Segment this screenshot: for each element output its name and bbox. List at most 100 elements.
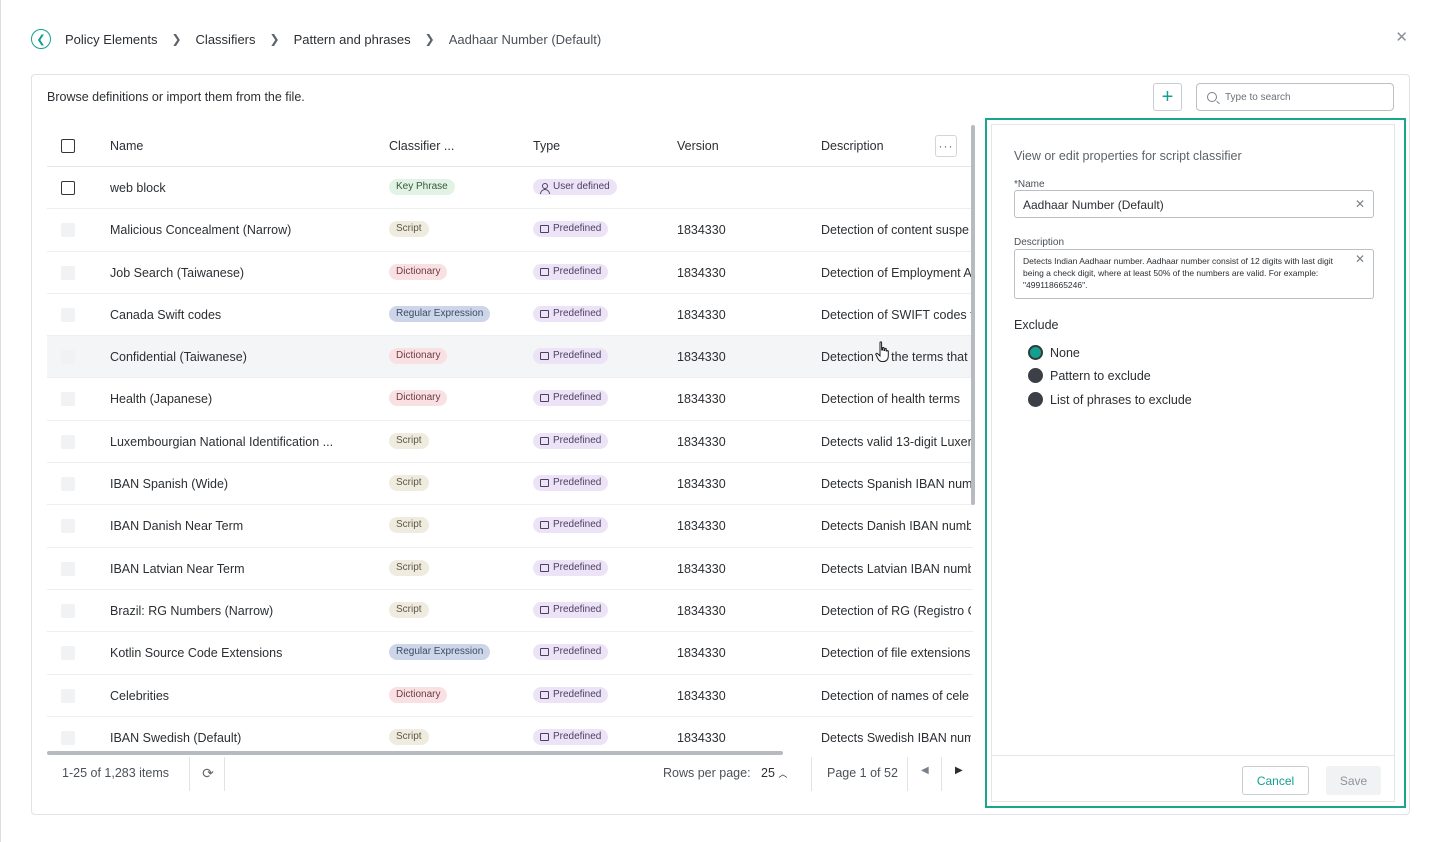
table-row[interactable]: IBAN Latvian Near Term Script Predefined 18… [47, 548, 973, 590]
table-body: web block Key Phrase User defined Malicious… [47, 167, 973, 757]
radio-list-of-phrases[interactable]: List of phrases to exclude [1028, 392, 1192, 407]
column-header-classifier[interactable]: Classifier ... [389, 139, 454, 153]
column-header-description[interactable]: Description [821, 139, 884, 153]
table-row[interactable]: web block Key Phrase User defined [47, 167, 973, 210]
row-version: 1834330 [677, 519, 726, 534]
predefined-icon [540, 690, 549, 699]
prev-page-icon[interactable]: ◀ [921, 765, 929, 776]
row-checkbox[interactable] [61, 434, 75, 449]
radio-unselected-icon [1028, 368, 1043, 383]
row-checkbox[interactable] [61, 307, 75, 322]
select-all-checkbox[interactable] [61, 139, 75, 153]
classifier-badge: Script [389, 221, 429, 238]
refresh-icon[interactable]: ⟳ [200, 765, 216, 781]
save-button[interactable]: Save [1326, 766, 1381, 795]
table-row[interactable]: Luxembourgian National Identification ..… [47, 421, 973, 464]
row-name[interactable]: Job Search (Taiwanese) [110, 266, 350, 280]
row-checkbox[interactable] [61, 181, 75, 195]
description-field[interactable]: Detects Indian Aadhaar number. Aadhaar n… [1014, 249, 1374, 299]
column-header-version[interactable]: Version [677, 139, 719, 153]
next-page-icon[interactable]: ▶ [955, 765, 963, 776]
rows-per-page-select[interactable]: 25 ︿ [761, 766, 787, 780]
table-row[interactable]: Brazil: RG Numbers (Narrow) Script Predefi… [47, 590, 973, 633]
table-row[interactable]: Health (Japanese) Dictionary Predefined 183… [47, 378, 973, 421]
type-badge: Predefined [533, 728, 609, 745]
row-name[interactable]: IBAN Swedish (Default) [110, 731, 350, 745]
type-badge: Predefined [533, 475, 609, 492]
row-checkbox[interactable] [61, 688, 75, 703]
row-name[interactable]: Canada Swift codes [110, 308, 350, 322]
search-input[interactable] [1225, 91, 1385, 103]
table-row[interactable]: IBAN Spanish (Wide) Script Predefined 18343… [47, 463, 973, 506]
table-header: Name Classifier ... Type Version Descrip… [47, 125, 973, 167]
row-checkbox[interactable] [61, 603, 75, 618]
row-version: 1834330 [677, 477, 726, 492]
back-icon[interactable]: ❮ [31, 29, 51, 49]
table-row[interactable]: Celebrities Dictionary Predefined 1834330 De… [47, 675, 973, 717]
table-row[interactable]: Kotlin Source Code Extensions Regular Exp… [47, 632, 973, 675]
breadcrumb-item-pattern-and-phrases[interactable]: Pattern and phrases [294, 32, 411, 47]
table-row[interactable]: Confidential (Taiwanese) Dictionary Predef… [47, 336, 973, 379]
radio-selected-icon [1028, 345, 1043, 360]
row-checkbox[interactable] [61, 646, 75, 661]
row-checkbox[interactable] [61, 561, 75, 576]
type-badge: User defined [533, 179, 617, 195]
clear-icon[interactable]: ✕ [1355, 253, 1365, 265]
row-version: 1834330 [677, 223, 726, 238]
classifier-badge: Script [389, 475, 429, 492]
row-name[interactable]: Luxembourgian National Identification ..… [110, 435, 350, 449]
radio-none[interactable]: None [1028, 345, 1080, 360]
row-name[interactable]: Brazil: RG Numbers (Narrow) [110, 604, 350, 618]
card-header-text: Browse definitions or import them from t… [47, 90, 305, 104]
row-name[interactable]: Health (Japanese) [110, 392, 350, 406]
row-checkbox[interactable] [61, 730, 75, 745]
clear-icon[interactable]: ✕ [1355, 197, 1365, 211]
row-checkbox[interactable] [61, 392, 75, 407]
name-field[interactable]: Aadhaar Number (Default) ✕ [1014, 190, 1374, 218]
row-name[interactable]: IBAN Latvian Near Term [110, 562, 350, 576]
predefined-icon [540, 352, 549, 361]
radio-pattern-to-exclude[interactable]: Pattern to exclude [1028, 368, 1151, 383]
table-row[interactable]: IBAN Danish Near Term Script Predefined 183… [47, 505, 973, 548]
row-checkbox[interactable] [61, 350, 75, 365]
column-header-type[interactable]: Type [533, 139, 560, 153]
row-checkbox[interactable] [61, 477, 75, 492]
row-version: 1834330 [677, 307, 726, 322]
classifier-badge: Script [389, 728, 429, 745]
row-name[interactable]: Celebrities [110, 689, 350, 703]
vertical-scrollbar[interactable] [971, 125, 975, 505]
page-info: Page 1 of 52 [827, 766, 898, 780]
close-icon[interactable]: ✕ [1395, 28, 1408, 46]
row-name[interactable]: Confidential (Taiwanese) [110, 350, 350, 364]
rows-per-page-value: 25 [761, 766, 775, 780]
row-description: Detection of file extensions [821, 646, 971, 661]
predefined-icon [540, 563, 549, 572]
cancel-button[interactable]: Cancel [1242, 766, 1309, 795]
horizontal-scrollbar[interactable] [47, 751, 783, 755]
row-name[interactable]: web block [110, 181, 350, 195]
table-row[interactable]: Canada Swift codes Regular Expression Pred… [47, 294, 973, 337]
search-box[interactable] [1196, 83, 1394, 111]
table-footer: 1-25 of 1,283 items ⟳ Rows per page: 25 … [47, 757, 973, 791]
predefined-icon [540, 309, 549, 318]
table-row[interactable]: Malicious Concealment (Narrow) Script Pred… [47, 209, 973, 252]
column-header-name[interactable]: Name [110, 139, 143, 153]
column-menu-icon[interactable]: ··· [935, 135, 957, 157]
row-checkbox[interactable] [61, 223, 75, 238]
row-version: 1834330 [677, 350, 726, 365]
row-version: 1834330 [677, 646, 726, 661]
breadcrumb-item-classifiers[interactable]: Classifiers [196, 32, 256, 47]
type-label: Predefined [553, 434, 602, 446]
breadcrumb-item-policy-elements[interactable]: Policy Elements [65, 32, 157, 47]
classifier-badge: Dictionary [389, 348, 448, 365]
table-row[interactable]: Job Search (Taiwanese) Dictionary Predefin… [47, 252, 973, 294]
row-name[interactable]: IBAN Spanish (Wide) [110, 477, 350, 491]
row-checkbox[interactable] [61, 519, 75, 534]
name-label: *Name [1014, 179, 1045, 190]
add-button[interactable]: + [1153, 83, 1182, 111]
row-name[interactable]: Kotlin Source Code Extensions [110, 646, 350, 660]
row-name[interactable]: IBAN Danish Near Term [110, 519, 350, 533]
row-name[interactable]: Malicious Concealment (Narrow) [110, 223, 350, 237]
row-checkbox[interactable] [61, 265, 75, 280]
classifier-badge: Script [389, 517, 429, 534]
